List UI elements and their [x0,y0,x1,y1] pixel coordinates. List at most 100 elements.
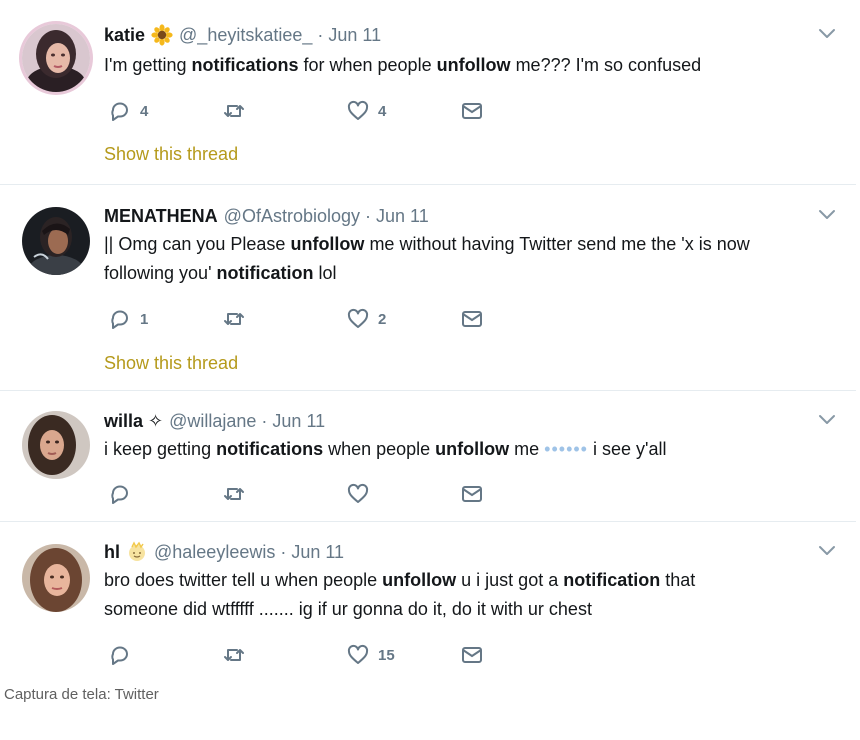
retweet-button[interactable] [222,643,254,667]
tweet-actions [108,482,488,506]
chevron-down-icon[interactable] [818,412,836,426]
separator-dot: · [261,410,268,431]
reply-icon [111,102,128,121]
direct-message-button[interactable] [460,482,484,506]
text-highlight: unfollow [435,439,510,459]
retweet-button[interactable] [222,99,254,123]
user-handle[interactable]: @_heyitskatiee_ [179,25,312,46]
separator-dot: · [365,205,371,226]
like-button[interactable] [346,482,378,506]
reply-button[interactable] [108,482,140,506]
tweet-header: katie @_heyitskatiee_ · Jun 11 [104,22,381,48]
display-name[interactable]: MENATHENA [104,206,218,227]
display-name[interactable]: willa [104,411,143,432]
image-caption: Captura de tela: Twitter [4,686,159,703]
retweet-icon [224,488,244,500]
tweet-actions: 4 4 [108,99,488,123]
avatar[interactable] [22,544,90,612]
sparkle-face-icon [129,541,145,561]
envelope-icon [462,647,482,663]
text-highlight: unfollow [436,55,511,75]
tweet-text: I'm getting notifications for when peopl… [104,51,701,80]
text-segment: for when people [298,55,437,75]
like-button[interactable]: 2 [346,307,386,331]
avatar[interactable] [22,207,90,275]
like-count: 4 [378,102,387,120]
separator-dot: · [280,541,287,562]
display-name[interactable]: hl [104,542,120,563]
separator-dot: · [317,24,324,45]
user-handle[interactable]: @haleeyleewis [154,542,275,563]
retweet-button[interactable] [222,307,254,331]
heart-icon [347,308,369,328]
reply-button[interactable]: 4 [108,99,148,123]
tweet-header: MENATHENA @OfAstrobiology · Jun 11 [104,203,429,229]
text-segment: bro does twitter tell u when people [104,570,383,590]
reply-count: 1 [140,310,149,328]
heart-icon [347,100,369,120]
tweet-date[interactable]: Jun 11 [328,25,381,46]
direct-message-button[interactable] [460,99,484,123]
text-highlight: notification [563,570,661,590]
show-thread-link[interactable]: Show this thread [104,353,238,374]
text-segment: that [660,570,696,590]
chevron-down-icon[interactable] [818,207,836,221]
text-segment: i see y'all [587,439,667,459]
like-button[interactable]: 15 [346,643,395,667]
blue-dots-emoji: •••••• [544,439,588,459]
text-highlight: notification [216,263,314,283]
heart-icon [347,483,369,503]
tweet-actions: 1 2 [108,307,488,331]
reply-icon [111,485,128,504]
text-highlight: notifications [191,55,299,75]
retweet-icon [224,313,244,325]
retweet-icon [224,649,244,661]
text-segment: i keep getting [104,439,217,459]
retweet-button[interactable] [222,482,254,506]
like-count: 2 [378,310,387,328]
reply-icon [111,646,128,665]
text-segment: me [509,439,545,459]
direct-message-button[interactable] [460,643,484,667]
reply-button[interactable] [108,643,140,667]
reply-count: 4 [140,102,149,120]
tweet[interactable]: hl @haleeyleewis · Jun 11 bro does twitt… [0,522,856,684]
tweet[interactable]: willa ✧ @willajane · Jun 11 i keep getti… [0,391,856,522]
chevron-down-icon[interactable] [818,543,836,557]
envelope-icon [462,103,482,119]
text-segment: lol [313,263,337,283]
text-segment: someone did wtfffff ....... ig if ur gon… [104,599,592,619]
tweet-date[interactable]: Jun 11 [272,411,325,432]
reply-icon [111,310,128,329]
sunflower-icon [151,24,173,46]
direct-message-button[interactable] [460,307,484,331]
show-thread-link[interactable]: Show this thread [104,144,238,165]
envelope-icon [462,486,482,502]
tweet-text: bro does twitter tell u when people unfo… [104,566,695,624]
tweet[interactable]: MENATHENA @OfAstrobiology · Jun 11 || Om… [0,185,856,391]
text-segment: I'm getting [104,55,192,75]
avatar[interactable] [22,24,90,92]
reply-button[interactable]: 1 [108,307,148,331]
envelope-icon [462,311,482,327]
like-count: 15 [378,646,395,664]
like-button[interactable]: 4 [346,99,386,123]
text-highlight: notifications [216,439,324,459]
retweet-icon [224,105,244,117]
sparkle-icon: ✧ [148,410,164,431]
tweet-date[interactable]: Jun 11 [291,542,344,563]
tweet-header: willa ✧ @willajane · Jun 11 [104,408,325,434]
user-handle[interactable]: @willajane [169,411,256,432]
tweet-date[interactable]: Jun 11 [376,206,429,227]
text-segment: me without having Twitter send me the 'x… [364,234,750,254]
chevron-down-icon[interactable] [818,26,836,40]
tweet-header: hl @haleeyleewis · Jun 11 [104,539,344,565]
display-name[interactable]: katie [104,25,145,46]
text-segment: following you' [104,263,217,283]
avatar[interactable] [22,411,90,479]
user-handle[interactable]: @OfAstrobiology [224,206,360,227]
tweet[interactable]: katie @_heyitskatiee_ · Jun 11 I'm getti… [0,0,856,185]
text-segment: u i just got a [456,570,564,590]
text-highlight: unfollow [290,234,365,254]
text-highlight: unfollow [382,570,457,590]
